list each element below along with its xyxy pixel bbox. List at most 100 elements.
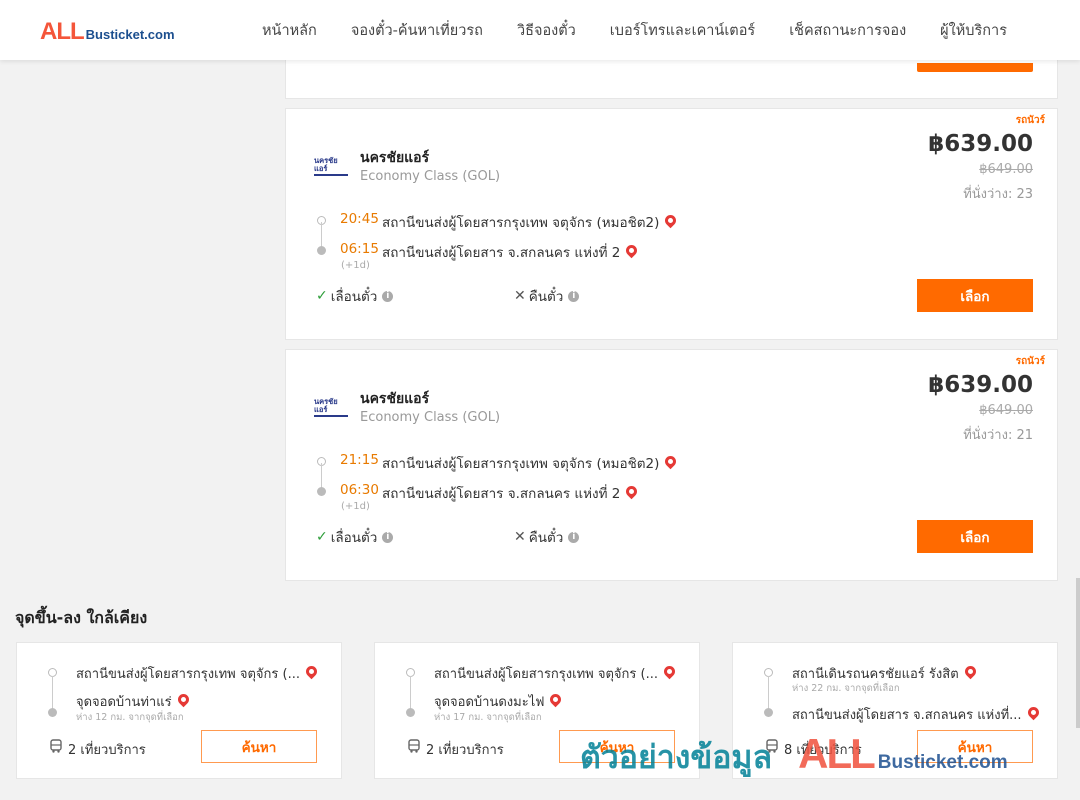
map-pin-icon[interactable] bbox=[548, 691, 564, 708]
policy-refund: ✕ คืนตั๋ว i bbox=[514, 285, 580, 307]
operator-logo: นครชัยแอร์ bbox=[314, 156, 350, 176]
old-price: ฿649.00 bbox=[979, 403, 1033, 418]
destination-dot-icon bbox=[317, 246, 326, 255]
check-icon: ✓ bbox=[316, 529, 328, 545]
route-line bbox=[52, 676, 53, 712]
check-icon: ✓ bbox=[316, 288, 328, 304]
operator-name: นครชัยแอร์ bbox=[360, 150, 430, 166]
destination-dot-icon bbox=[764, 708, 773, 717]
top-header: ALL Busticket.com หน้าหลัก จองตั๋ว-ค้นหา… bbox=[0, 0, 1080, 60]
nav-check-status[interactable]: เช็คสถานะการจอง bbox=[789, 19, 906, 42]
main-nav: หน้าหลัก จองตั๋ว-ค้นหาเที่ยวรถ วิธีจองตั… bbox=[262, 0, 1041, 60]
nearby-to: จุดจอดบ้านท่าแร่ bbox=[76, 691, 191, 712]
depart-stop: สถานีขนส่งผู้โดยสารกรุงเทพ จตุจักร (หมอช… bbox=[382, 452, 679, 474]
logo-text: Busticket.com bbox=[85, 27, 175, 42]
map-pin-icon[interactable] bbox=[962, 663, 978, 680]
nearby-trip-count: 2 เที่ยวบริการ bbox=[426, 743, 504, 758]
arrive-time: 06:30 bbox=[340, 482, 379, 498]
depart-time: 20:45 bbox=[340, 211, 379, 227]
nearby-card: สถานีขนส่งผู้โดยสารกรุงเทพ จตุจักร (... … bbox=[16, 642, 342, 779]
depart-time: 21:15 bbox=[340, 452, 379, 468]
bus-class: Economy Class (GOL) bbox=[360, 169, 501, 184]
site-logo[interactable]: ALL Busticket.com bbox=[40, 18, 175, 46]
nav-operators[interactable]: ผู้ให้บริการ bbox=[940, 19, 1007, 42]
search-button[interactable]: ค้นหา bbox=[559, 730, 675, 763]
destination-dot-icon bbox=[48, 708, 57, 717]
policy-change: ✓ เลื่อนตั๋ว i bbox=[316, 526, 394, 548]
seats-available: ที่นั่งว่าง: 23 bbox=[963, 187, 1033, 202]
destination-dot-icon bbox=[406, 708, 415, 717]
search-button[interactable]: ค้นหา bbox=[917, 730, 1033, 763]
nearby-from: สถานีขนส่งผู้โดยสารกรุงเทพ จตุจักร (... bbox=[76, 663, 320, 684]
bus-icon bbox=[50, 739, 62, 753]
map-pin-icon[interactable] bbox=[175, 691, 191, 708]
arrive-stop: สถานีขนส่งผู้โดยสาร จ.สกลนคร แห่งที่ 2 bbox=[382, 482, 640, 504]
route-line bbox=[321, 463, 322, 489]
map-pin-icon[interactable] bbox=[303, 663, 320, 680]
policy-change: ✓ เลื่อนตั๋ว i bbox=[316, 285, 394, 307]
price: ฿639.00 bbox=[928, 131, 1033, 157]
info-icon[interactable]: i bbox=[568, 531, 580, 543]
info-icon[interactable]: i bbox=[382, 531, 394, 543]
cross-icon: ✕ bbox=[514, 288, 526, 304]
logo-mark: ALL bbox=[40, 18, 85, 45]
select-button[interactable]: เลือก bbox=[917, 520, 1033, 553]
policy-refund-label: คืนตั๋ว bbox=[528, 289, 564, 305]
promo-badge: รถนัวร์ bbox=[1015, 115, 1045, 126]
depart-stop: สถานีขนส่งผู้โดยสารกรุงเทพ จตุจักร (หมอช… bbox=[382, 211, 679, 233]
operator-logo: นครชัยแอร์ bbox=[314, 397, 350, 417]
arrive-stop: สถานีขนส่งผู้โดยสาร จ.สกลนคร แห่งที่ 2 bbox=[382, 241, 640, 263]
map-pin-icon[interactable] bbox=[663, 453, 679, 470]
arrive-time: 06:15 bbox=[340, 241, 379, 257]
cross-icon: ✕ bbox=[514, 529, 526, 545]
route-line bbox=[321, 222, 322, 248]
nearby-distance: ห่าง 17 กม. จากจุดที่เลือก bbox=[434, 712, 542, 723]
nav-how-to-book[interactable]: วิธีจองตั๋ว bbox=[517, 19, 576, 42]
nearby-to: สถานีขนส่งผู้โดยสาร จ.สกลนคร แห่งที่... bbox=[792, 704, 1041, 725]
nearby-card: สถานีขนส่งผู้โดยสารกรุงเทพ จตุจักร (... … bbox=[374, 642, 700, 779]
nearby-to: จุดจอดบ้านดงมะไฟ bbox=[434, 691, 564, 712]
nearby-trip-count: 8 เที่ยวบริการ bbox=[784, 743, 862, 758]
next-day-label: (+1d) bbox=[341, 260, 370, 271]
route-line bbox=[410, 676, 411, 712]
map-pin-icon[interactable] bbox=[661, 663, 678, 680]
bus-icon bbox=[766, 739, 778, 753]
policy-change-label: เลื่อนตั๋ว bbox=[330, 530, 378, 546]
trip-card: รถนัวร์ นครชัยแอร์ นครชัยแอร์ Economy Cl… bbox=[285, 349, 1058, 581]
operator-logo-text: นครชัยแอร์ bbox=[314, 156, 338, 173]
nearby-from: สถานีขนส่งผู้โดยสารกรุงเทพ จตุจักร (... bbox=[434, 663, 678, 684]
map-pin-icon[interactable] bbox=[1025, 704, 1041, 721]
seats-available: ที่นั่งว่าง: 21 bbox=[963, 428, 1033, 443]
nearby-trip-count: 2 เที่ยวบริการ bbox=[68, 743, 146, 758]
next-day-label: (+1d) bbox=[341, 501, 370, 512]
nav-booking[interactable]: จองตั๋ว-ค้นหาเที่ยวรถ bbox=[351, 19, 483, 42]
bus-icon bbox=[408, 739, 420, 753]
info-icon[interactable]: i bbox=[382, 290, 394, 302]
bus-class: Economy Class (GOL) bbox=[360, 410, 501, 425]
operator-logo-text: นครชัยแอร์ bbox=[314, 397, 338, 414]
trip-card: รถนัวร์ นครชัยแอร์ นครชัยแอร์ Economy Cl… bbox=[285, 108, 1058, 340]
operator-name: นครชัยแอร์ bbox=[360, 391, 430, 407]
map-pin-icon[interactable] bbox=[624, 483, 640, 500]
search-button[interactable]: ค้นหา bbox=[201, 730, 317, 763]
route-line bbox=[768, 676, 769, 712]
policy-refund: ✕ คืนตั๋ว i bbox=[514, 526, 580, 548]
map-pin-icon[interactable] bbox=[624, 242, 640, 259]
old-price: ฿649.00 bbox=[979, 162, 1033, 177]
nearby-card: สถานีเดินรถนครชัยแอร์ รังสิต ห่าง 22 กม.… bbox=[732, 642, 1058, 779]
nearby-section-title: จุดขึ้น-ลง ใกล้เคียง bbox=[15, 608, 148, 627]
map-pin-icon[interactable] bbox=[663, 212, 679, 229]
policy-refund-label: คืนตั๋ว bbox=[528, 530, 564, 546]
policy-change-label: เลื่อนตั๋ว bbox=[330, 289, 378, 305]
info-icon[interactable]: i bbox=[568, 290, 580, 302]
destination-dot-icon bbox=[317, 487, 326, 496]
promo-badge: รถนัวร์ bbox=[1015, 356, 1045, 367]
nearby-distance: ห่าง 22 กม. จากจุดที่เลือก bbox=[792, 683, 900, 694]
select-button[interactable]: เลือก bbox=[917, 279, 1033, 312]
price: ฿639.00 bbox=[928, 372, 1033, 398]
nav-contact[interactable]: เบอร์โทรและเคาน์เตอร์ bbox=[610, 19, 755, 42]
nearby-distance: ห่าง 12 กม. จากจุดที่เลือก bbox=[76, 712, 184, 723]
nav-home[interactable]: หน้าหลัก bbox=[262, 19, 317, 42]
scrollbar[interactable] bbox=[1076, 578, 1080, 728]
select-button-partial[interactable] bbox=[917, 63, 1033, 72]
